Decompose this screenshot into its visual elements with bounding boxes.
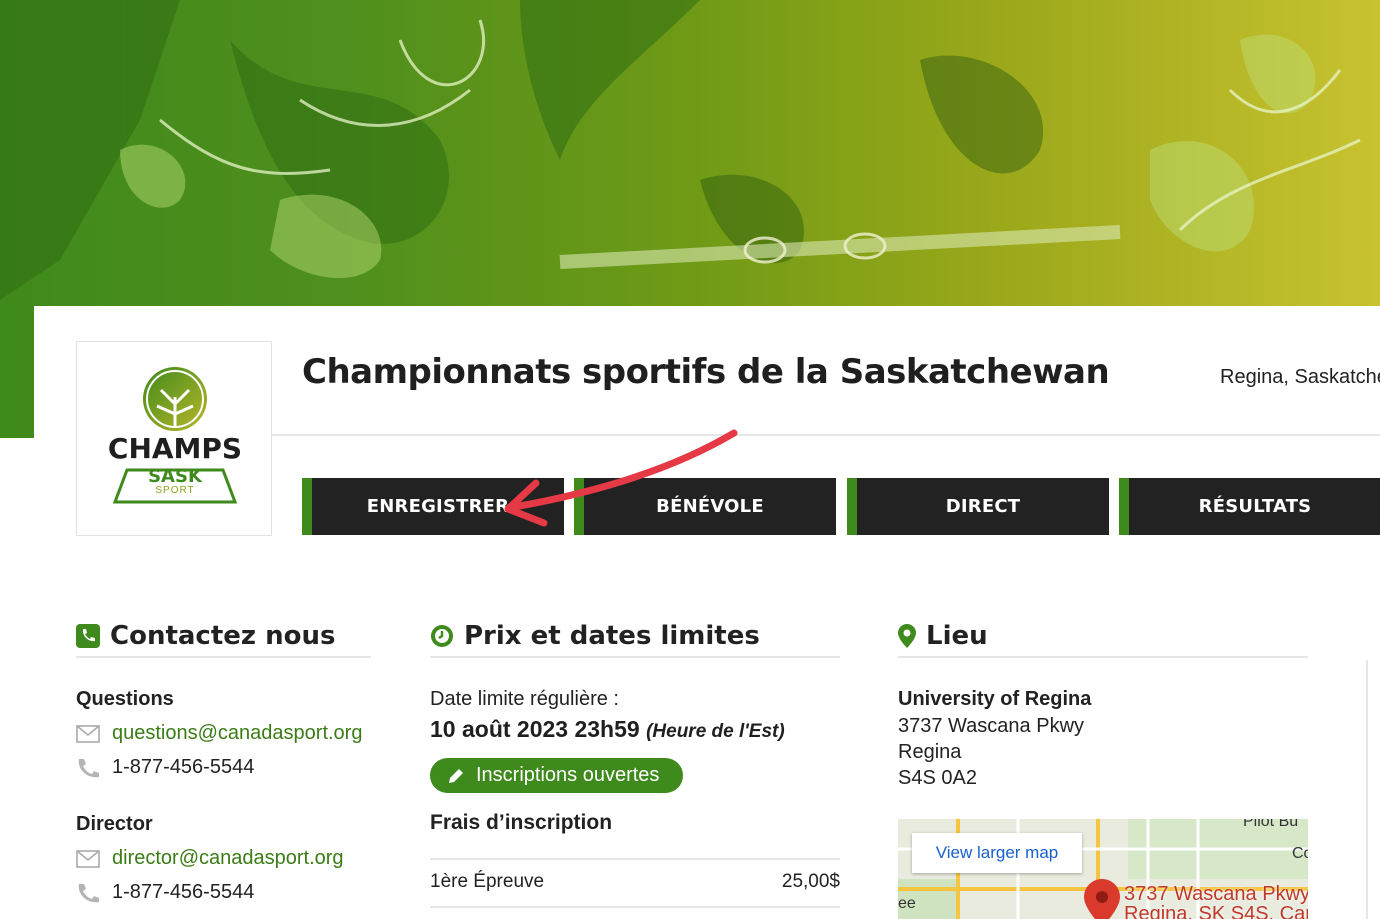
title-divider (272, 434, 1380, 436)
phone-square-icon (76, 624, 100, 648)
phone-icon (78, 883, 99, 902)
view-larger-map-button[interactable]: View larger map (912, 833, 1082, 873)
event-location: Regina, Saskatche (1220, 366, 1380, 388)
red-arrow-annotation (504, 429, 738, 527)
director-email-link[interactable]: director@canadasport.org (112, 847, 344, 870)
fees-divider (430, 906, 840, 908)
questions-email-link[interactable]: questions@canadasport.org (112, 722, 362, 745)
logo-text-sask: SASK (148, 466, 202, 487)
questions-label: Questions (76, 688, 174, 710)
venue-heading-text: Lieu (926, 621, 988, 651)
deadline-timezone: (Heure de l'Est) (646, 721, 785, 742)
logo-text-champs: CHAMPS (107, 432, 243, 465)
fee-name: 1ère Épreuve (430, 871, 545, 892)
phone-icon (78, 758, 99, 777)
page-title: Championnats sportifs de la Saskatchewan (302, 352, 1110, 392)
envelope-icon (76, 724, 100, 743)
deadline-date: 10 août 2023 23h59 (430, 716, 640, 742)
venue-city: Regina (898, 741, 962, 763)
pencil-icon (449, 768, 463, 783)
deadline-label: Date limite régulière : (430, 688, 619, 710)
venue-name: University of Regina (898, 688, 1092, 710)
results-button[interactable]: RÉSULTATS (1119, 478, 1380, 535)
director-email-row: director@canadasport.org (76, 847, 344, 870)
pricing-heading-text: Prix et dates limites (464, 621, 760, 651)
map-label-pilot: Pilot Bu (1243, 819, 1299, 830)
fee-price: 25,00$ (781, 871, 840, 892)
venue-street: 3737 Wascana Pkwy (898, 715, 1085, 737)
questions-phone: 1-877-456-5544 (112, 756, 255, 778)
questions-phone-row: 1-877-456-5544 (76, 756, 254, 779)
fee-row: 1ère Épreuve 25,00$ (430, 871, 840, 893)
registration-status-text: Inscriptions ouvertes (476, 764, 660, 786)
director-phone-row: 1-877-456-5544 (76, 881, 254, 904)
registration-status-badge[interactable]: Inscriptions ouvertes (430, 758, 683, 793)
map-pin-icon[interactable] (1084, 879, 1120, 919)
deadline-value: 10 août 2023 23h59 (Heure de l'Est) (430, 716, 785, 743)
logo-text-sport: SPORT (155, 485, 195, 496)
director-phone: 1-877-456-5544 (112, 881, 255, 903)
map-label-ee: ee (898, 895, 916, 912)
fees-heading: Frais d’inscription (430, 811, 613, 834)
pricing-heading: Prix et dates limites (430, 616, 840, 658)
sidebar-fragment (1366, 660, 1380, 919)
contact-heading-text: Contactez nous (110, 621, 336, 651)
director-label: Director (76, 813, 153, 835)
fees-divider (430, 858, 840, 860)
questions-email-row: questions@canadasport.org (76, 722, 362, 745)
map-marker-icon (898, 624, 916, 648)
map-pin-label-line2: Regina, SK S4S, Can (1124, 903, 1308, 919)
event-logo: CHAMPS SASK SPORT (76, 341, 272, 536)
venue-map[interactable]: Pilot Bu Co ee View larger map 3737 Wasc… (898, 819, 1308, 919)
clock-icon (431, 625, 453, 647)
envelope-icon (76, 849, 100, 868)
live-button[interactable]: DIRECT (847, 478, 1109, 535)
contact-heading: Contactez nous (76, 616, 371, 658)
map-label-co: Co (1292, 845, 1308, 862)
venue-postal: S4S 0A2 (898, 767, 977, 789)
venue-heading: Lieu (898, 616, 1308, 658)
